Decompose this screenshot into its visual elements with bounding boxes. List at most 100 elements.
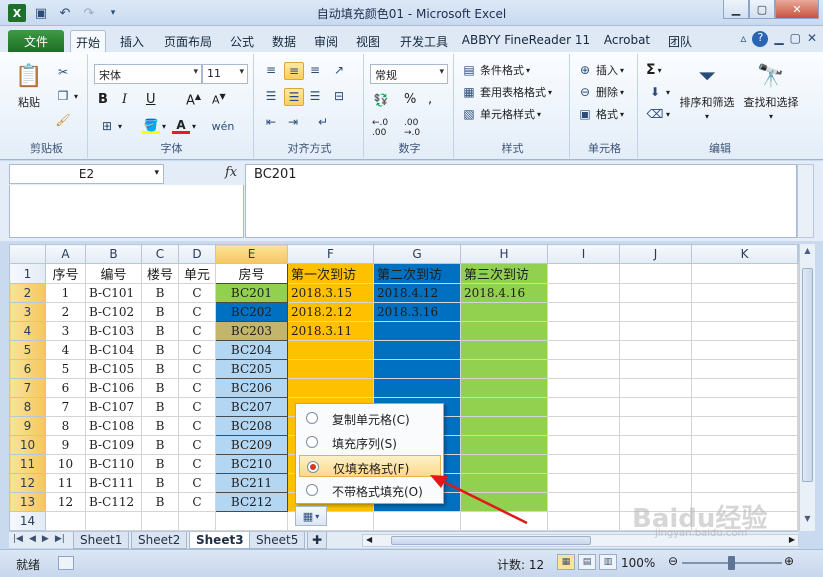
cell[interactable]: [547, 397, 620, 417]
cell[interactable]: [547, 302, 620, 322]
cell[interactable]: [460, 511, 548, 531]
cell[interactable]: 12: [45, 492, 86, 512]
cell[interactable]: C: [178, 492, 216, 512]
prev-sheet-icon[interactable]: ◀: [29, 534, 36, 544]
minimize-button[interactable]: ▁: [723, 0, 749, 19]
align-center-button[interactable]: ☰: [284, 88, 304, 106]
tab-formulas[interactable]: 公式: [224, 30, 260, 52]
cell[interactable]: C: [178, 321, 216, 341]
cell[interactable]: [691, 340, 798, 360]
cell[interactable]: 10: [45, 454, 86, 474]
cell[interactable]: B: [141, 378, 179, 398]
zoom-level[interactable]: 100%: [621, 556, 655, 570]
copy-button[interactable]: ❐ ▾: [54, 88, 78, 104]
cell[interactable]: [373, 378, 461, 398]
cell[interactable]: [460, 435, 548, 455]
sheet-tab-sheet3[interactable]: Sheet3: [189, 532, 251, 549]
first-sheet-icon[interactable]: |◀: [13, 534, 23, 544]
cell[interactable]: B-C103: [85, 321, 142, 341]
cell[interactable]: C: [178, 378, 216, 398]
cell[interactable]: [619, 473, 692, 493]
cell[interactable]: 房号: [215, 263, 288, 284]
cell[interactable]: [691, 416, 798, 436]
align-bottom-button[interactable]: ≡: [306, 62, 324, 78]
cell[interactable]: BC211: [215, 473, 288, 493]
cell[interactable]: 2018.3.16: [373, 302, 461, 322]
scroll-left-icon[interactable]: ◀: [366, 535, 372, 544]
cell[interactable]: C: [178, 283, 216, 303]
tab-review[interactable]: 审阅: [308, 30, 344, 52]
workbook-restore-icon[interactable]: ▢: [790, 31, 801, 47]
sheet-tab-sheet1[interactable]: Sheet1: [73, 532, 130, 549]
cell[interactable]: B-C107: [85, 397, 142, 417]
cell[interactable]: [460, 397, 548, 417]
currency-button[interactable]: 💱: [372, 92, 390, 108]
column-header-a[interactable]: A: [45, 244, 86, 264]
column-header-g[interactable]: G: [373, 244, 461, 264]
page-break-view-icon[interactable]: ▥: [599, 554, 617, 570]
insert-sheet-button[interactable]: ✚: [307, 532, 328, 549]
clear-button[interactable]: ⌫ ▾: [646, 106, 671, 122]
cell[interactable]: [619, 454, 692, 474]
row-header[interactable]: 1: [9, 263, 46, 284]
bold-button[interactable]: B: [98, 92, 108, 107]
cell[interactable]: [619, 302, 692, 322]
format-painter-button[interactable]: 🖌: [54, 112, 72, 128]
cell[interactable]: [287, 359, 374, 379]
cell[interactable]: C: [178, 473, 216, 493]
cell[interactable]: 5: [45, 359, 86, 379]
cell[interactable]: [547, 283, 620, 303]
cell[interactable]: [460, 454, 548, 474]
tab-data[interactable]: 数据: [264, 30, 304, 52]
cell[interactable]: BC206: [215, 378, 288, 398]
cell[interactable]: 2018.4.12: [373, 283, 461, 303]
cell[interactable]: 楼号: [141, 263, 179, 284]
cell[interactable]: [373, 511, 461, 531]
decrease-decimal-button[interactable]: .00 →.0: [404, 118, 420, 138]
cell[interactable]: [691, 302, 798, 322]
cell[interactable]: [547, 511, 620, 531]
cell[interactable]: [691, 473, 798, 493]
cell[interactable]: 2: [45, 302, 86, 322]
cell[interactable]: [547, 263, 620, 284]
paste-button[interactable]: 📋 粘贴: [10, 60, 48, 110]
row-header[interactable]: 11: [9, 454, 46, 474]
page-layout-view-icon[interactable]: ▤: [578, 554, 596, 570]
cell[interactable]: B: [141, 283, 179, 303]
cell[interactable]: B-C111: [85, 473, 142, 493]
row-header[interactable]: 9: [9, 416, 46, 436]
cell[interactable]: 4: [45, 340, 86, 360]
cell[interactable]: [619, 416, 692, 436]
scroll-right-icon[interactable]: ▶: [789, 535, 795, 544]
cell[interactable]: [691, 263, 798, 284]
cell[interactable]: [619, 397, 692, 417]
column-header-d[interactable]: D: [178, 244, 216, 264]
tab-view[interactable]: 视图: [350, 30, 386, 52]
sheet-tab-sheet2[interactable]: Sheet2: [131, 532, 188, 549]
wrap-text-button[interactable]: ↵: [314, 114, 332, 130]
cell[interactable]: [691, 359, 798, 379]
cell[interactable]: BC209: [215, 435, 288, 455]
cell[interactable]: 7: [45, 397, 86, 417]
tab-file[interactable]: 文件: [8, 30, 64, 52]
row-header[interactable]: 4: [9, 321, 46, 341]
font-color-button[interactable]: A ▾: [172, 118, 196, 134]
workbook-minimize-icon[interactable]: ▁: [774, 31, 783, 47]
cell[interactable]: B: [141, 359, 179, 379]
zoom-slider[interactable]: ⊖ ⊕: [668, 554, 798, 570]
cell[interactable]: [619, 378, 692, 398]
close-button[interactable]: ✕: [775, 0, 819, 19]
font-size-combo[interactable]: 11 ▾: [202, 64, 248, 84]
cell[interactable]: BC207: [215, 397, 288, 417]
cell[interactable]: [460, 492, 548, 512]
cell[interactable]: [691, 283, 798, 303]
cell[interactable]: BC210: [215, 454, 288, 474]
cell[interactable]: 编号: [85, 263, 142, 284]
tab-home[interactable]: 开始: [70, 30, 106, 52]
cell[interactable]: [619, 321, 692, 341]
cell[interactable]: B-C101: [85, 283, 142, 303]
cell[interactable]: [619, 340, 692, 360]
cell[interactable]: [691, 454, 798, 474]
cell[interactable]: 11: [45, 473, 86, 493]
cell[interactable]: [619, 435, 692, 455]
